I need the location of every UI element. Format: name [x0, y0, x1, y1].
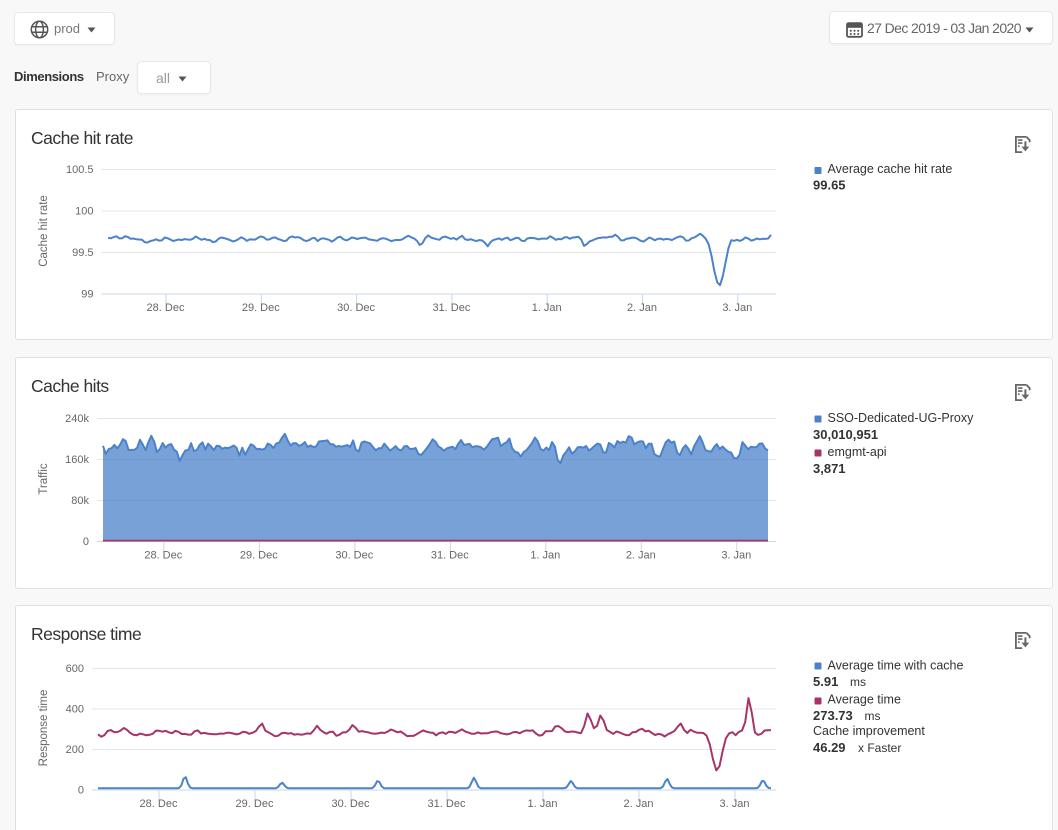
svg-text:100.5: 100.5 [66, 164, 94, 176]
svg-text:3. Jan: 3. Jan [720, 798, 750, 810]
svg-text:0: 0 [78, 785, 84, 797]
svg-text:Average time: Average time [828, 693, 901, 707]
svg-text:Cache hit rate: Cache hit rate [38, 195, 50, 267]
svg-text:100: 100 [75, 206, 93, 218]
svg-text:2. Jan: 2. Jan [624, 798, 654, 810]
svg-text:ms: ms [865, 709, 881, 723]
svg-text:2. Jan: 2. Jan [626, 549, 656, 561]
svg-text:Average cache hit rate: Average cache hit rate [828, 162, 953, 176]
svg-text:29. Dec: 29. Dec [240, 549, 278, 561]
svg-text:30,010,951: 30,010,951 [813, 427, 878, 442]
svg-text:30. Dec: 30. Dec [335, 549, 373, 561]
svg-text:3,871: 3,871 [813, 461, 846, 476]
svg-text:1. Jan: 1. Jan [530, 549, 560, 561]
svg-text:1. Jan: 1. Jan [532, 302, 562, 314]
svg-text:1. Jan: 1. Jan [528, 798, 558, 810]
svg-text:99.5: 99.5 [72, 247, 93, 259]
svg-text:3. Jan: 3. Jan [722, 302, 752, 314]
svg-text:ms: ms [850, 675, 866, 689]
svg-text:Average time with cache: Average time with cache [828, 659, 964, 673]
svg-text:Cache hit rate: Cache hit rate [31, 128, 133, 148]
svg-text:99: 99 [81, 289, 93, 301]
svg-text:273.73: 273.73 [813, 708, 853, 723]
svg-text:31. Dec: 31. Dec [431, 549, 469, 561]
svg-text:28. Dec: 28. Dec [147, 302, 185, 314]
svg-text:2. Jan: 2. Jan [627, 302, 657, 314]
svg-text:Cache hits: Cache hits [31, 376, 109, 396]
svg-text:Cache improvement: Cache improvement [813, 724, 925, 738]
svg-text:Response time: Response time [31, 624, 141, 644]
svg-text:x Faster: x Faster [858, 741, 901, 755]
svg-text:240k: 240k [65, 413, 89, 425]
svg-text:30. Dec: 30. Dec [332, 798, 370, 810]
svg-text:160k: 160k [65, 454, 89, 466]
svg-text:31. Dec: 31. Dec [432, 302, 470, 314]
svg-text:30. Dec: 30. Dec [337, 302, 375, 314]
svg-text:0: 0 [83, 536, 89, 548]
svg-text:31. Dec: 31. Dec [428, 798, 466, 810]
svg-text:Response time: Response time [38, 690, 50, 767]
svg-text:5.91: 5.91 [813, 674, 838, 689]
svg-text:200: 200 [66, 744, 84, 756]
svg-text:3. Jan: 3. Jan [721, 549, 751, 561]
svg-text:400: 400 [66, 704, 84, 716]
svg-text:28. Dec: 28. Dec [144, 549, 182, 561]
svg-text:29. Dec: 29. Dec [242, 302, 280, 314]
svg-text:emgmt-api: emgmt-api [828, 445, 887, 459]
svg-text:600: 600 [66, 663, 84, 675]
svg-text:28. Dec: 28. Dec [140, 798, 178, 810]
svg-text:80k: 80k [71, 495, 89, 507]
svg-text:SSO-Dedicated-UG-Proxy: SSO-Dedicated-UG-Proxy [828, 411, 975, 425]
svg-text:Traffic: Traffic [38, 463, 50, 495]
svg-text:46.29: 46.29 [813, 740, 846, 755]
svg-text:99.65: 99.65 [813, 178, 846, 193]
svg-text:29. Dec: 29. Dec [236, 798, 274, 810]
